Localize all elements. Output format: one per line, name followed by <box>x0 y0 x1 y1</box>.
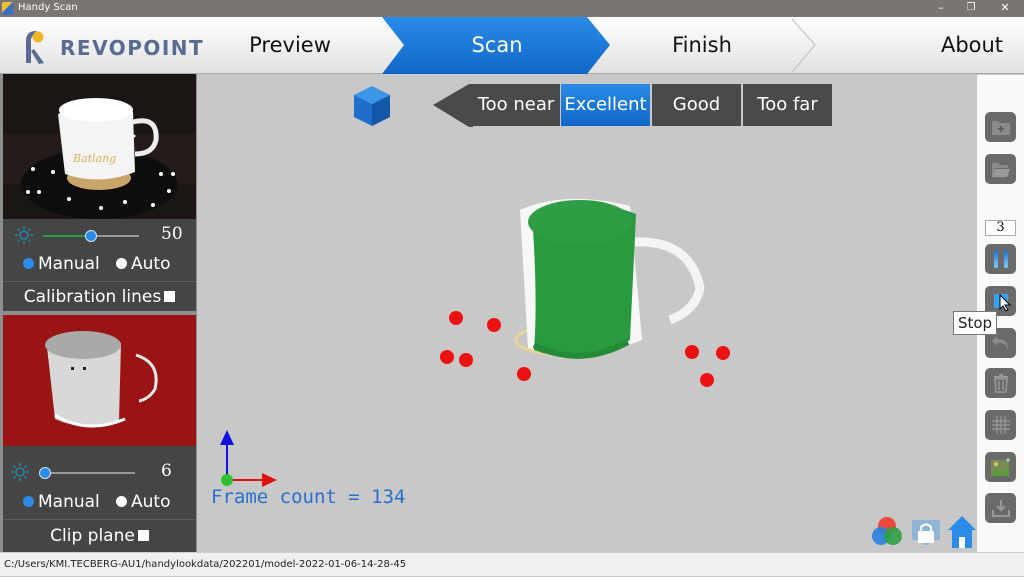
depth-exposure-value: 6 <box>161 461 172 481</box>
marker-point <box>440 350 454 364</box>
z-axis-arrow <box>220 430 234 445</box>
grid-button[interactable] <box>985 410 1016 440</box>
frame-interval-input[interactable]: 3 <box>985 220 1016 236</box>
radio-selected-icon <box>23 258 34 269</box>
axes-gizmo <box>220 430 277 487</box>
title-bar: Handy Scan – ❐ ✕ <box>0 0 1024 17</box>
window-title: Handy Scan <box>18 2 78 13</box>
marker-point <box>459 353 473 367</box>
trash-icon <box>993 374 1008 393</box>
rgb-exposure-slider-fill <box>43 235 91 237</box>
home-view-icon[interactable] <box>948 516 976 548</box>
step-scan[interactable]: Scan <box>382 17 612 74</box>
step-about[interactable]: About <box>920 17 1024 74</box>
rgb-camera-preview: Batlang <box>3 74 196 219</box>
radio-unselected-icon <box>116 496 127 507</box>
grid-icon <box>991 416 1010 434</box>
color-mode-icon[interactable] <box>872 517 902 545</box>
calibration-lines-checkbox[interactable]: Calibration lines <box>3 281 196 311</box>
pause-button[interactable] <box>985 244 1016 274</box>
marker-point <box>700 373 714 387</box>
checkbox-icon <box>164 291 176 302</box>
brightness-icon <box>11 463 29 481</box>
open-project-button[interactable] <box>985 154 1016 184</box>
rgb-auto-radio[interactable]: Auto <box>116 254 170 274</box>
close-button[interactable]: ✕ <box>990 0 1020 17</box>
mouse-cursor-icon <box>999 294 1011 312</box>
restore-button[interactable]: ❐ <box>956 0 986 17</box>
logo: REVOPOINT <box>20 27 203 67</box>
rgb-manual-radio[interactable]: Manual <box>23 254 100 274</box>
x-axis-arrow <box>262 473 277 487</box>
markers <box>440 311 730 387</box>
marker-point <box>517 367 531 381</box>
texture-image-icon <box>990 458 1010 476</box>
rgb-manual-label: Manual <box>38 254 100 274</box>
view-cube-icon[interactable] <box>352 84 392 128</box>
app-icon <box>2 2 13 15</box>
depth-camera-panel: 6 Manual Auto Clip plane <box>3 315 196 552</box>
distance-too-far: Too far <box>743 84 832 126</box>
logo-text: REVOPOINT <box>60 36 205 60</box>
revopoint-logo-icon <box>26 31 44 64</box>
depth-manual-label: Manual <box>38 492 100 512</box>
rgb-exposure-slider-thumb[interactable] <box>85 230 97 242</box>
stop-tooltip: Stop <box>953 311 997 335</box>
svg-text:Batlang: Batlang <box>72 152 116 165</box>
distance-too-near: Too near <box>472 84 560 126</box>
depth-exposure-row: 6 <box>3 458 196 488</box>
rgb-exposure-row: 50 <box>3 221 196 251</box>
lock-view-icon[interactable] <box>912 520 940 545</box>
folder-add-icon <box>991 121 1010 135</box>
marker-point <box>716 346 730 360</box>
clip-plane-label: Clip plane <box>50 526 135 546</box>
rgb-auto-label: Auto <box>131 254 171 274</box>
y-axis-dot <box>221 474 233 486</box>
marker-point <box>487 318 501 332</box>
rgb-exposure-value: 50 <box>161 224 183 244</box>
marker-point <box>685 345 699 359</box>
download-icon <box>991 500 1010 517</box>
depth-exposure-slider-thumb[interactable] <box>39 467 51 479</box>
view-mode-icons <box>872 516 976 548</box>
checkbox-icon <box>137 530 149 541</box>
distance-indicator-arrow <box>433 84 473 127</box>
radio-selected-icon <box>23 496 34 507</box>
pause-icon <box>993 250 1008 268</box>
camera-panels: Batlang 50 Manual Auto Calibration lines <box>0 74 197 552</box>
folder-open-icon <box>991 163 1010 177</box>
undo-icon <box>991 336 1008 350</box>
status-bar: C:/Users/KMI.TECBERG-AU1/handylookdata/2… <box>0 552 1024 576</box>
distance-excellent: Excellent <box>561 84 650 126</box>
export-button[interactable] <box>985 493 1016 523</box>
frame-count-label: Frame count = 134 <box>211 486 406 508</box>
step-preview[interactable]: Preview <box>200 17 380 74</box>
delete-button[interactable] <box>985 368 1016 398</box>
step-separator <box>791 18 816 73</box>
depth-auto-label: Auto <box>131 492 171 512</box>
texture-button[interactable] <box>985 452 1016 482</box>
minimize-button[interactable]: – <box>926 0 956 17</box>
calibration-lines-label: Calibration lines <box>23 287 162 307</box>
distance-good: Good <box>652 84 741 126</box>
brightness-icon <box>15 226 33 244</box>
new-project-button[interactable] <box>985 112 1016 142</box>
rgb-camera-panel: Batlang 50 Manual Auto Calibration lines <box>3 74 196 311</box>
depth-manual-radio[interactable]: Manual <box>23 492 100 512</box>
radio-unselected-icon <box>116 258 127 269</box>
depth-auto-radio[interactable]: Auto <box>116 492 170 512</box>
depth-camera-preview <box>3 315 196 446</box>
step-navigation: REVOPOINT Preview Scan Finish About <box>0 17 1024 74</box>
step-finish[interactable]: Finish <box>612 17 792 74</box>
marker-point <box>449 311 463 325</box>
depth-exposure-slider[interactable] <box>43 472 135 474</box>
clip-plane-checkbox[interactable]: Clip plane <box>3 519 196 552</box>
project-path: C:/Users/KMI.TECBERG-AU1/handylookdata/2… <box>4 559 407 570</box>
